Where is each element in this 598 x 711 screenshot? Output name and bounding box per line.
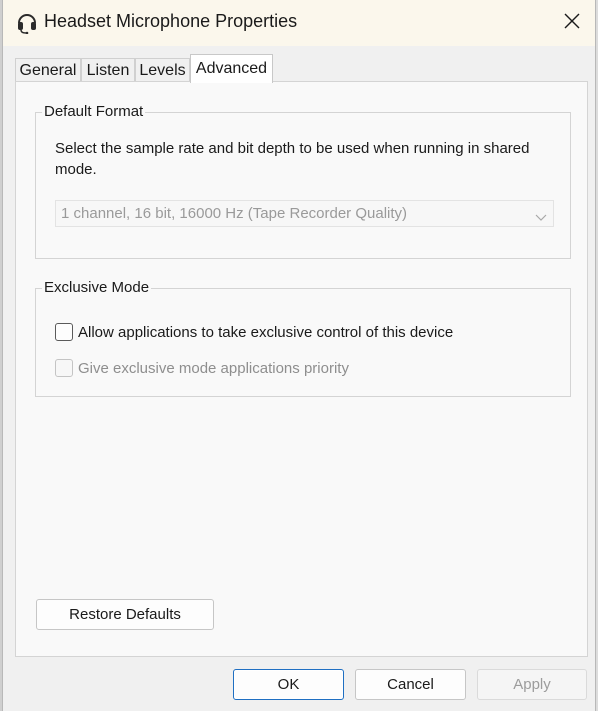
- chevron-down-icon: [535, 209, 547, 227]
- headset-icon: [16, 10, 38, 35]
- default-format-legend: Default Format: [42, 103, 146, 120]
- window-title: Headset Microphone Properties: [44, 11, 298, 31]
- allow-exclusive-row[interactable]: Allow applications to take exclusive con…: [55, 321, 453, 343]
- exclusive-priority-row: Give exclusive mode applications priorit…: [55, 357, 349, 379]
- tab-listen[interactable]: Listen: [81, 58, 135, 82]
- tab-advanced[interactable]: Advanced: [190, 54, 273, 83]
- close-button[interactable]: [549, 0, 595, 46]
- restore-defaults-button[interactable]: Restore Defaults: [36, 599, 214, 630]
- apply-button: Apply: [477, 669, 587, 700]
- exclusive-priority-label: Give exclusive mode applications priorit…: [78, 359, 349, 377]
- close-icon: [563, 12, 581, 35]
- exclusive-mode-legend: Exclusive Mode: [42, 279, 152, 296]
- advanced-tab-panel: Default Format Select the sample rate an…: [15, 81, 588, 657]
- exclusive-mode-group: Exclusive Mode Allow applications to tak…: [35, 279, 571, 397]
- sample-rate-value: 1 channel, 16 bit, 16000 Hz (Tape Record…: [61, 205, 408, 222]
- exclusive-priority-checkbox: [55, 359, 73, 377]
- ok-button[interactable]: OK: [233, 669, 344, 700]
- sample-rate-dropdown[interactable]: 1 channel, 16 bit, 16000 Hz (Tape Record…: [55, 200, 554, 227]
- tab-general[interactable]: General: [15, 58, 81, 82]
- allow-exclusive-checkbox[interactable]: [55, 323, 73, 341]
- default-format-group: Default Format Select the sample rate an…: [35, 103, 571, 259]
- properties-dialog: Headset Microphone Properties General Li…: [2, 0, 596, 711]
- cancel-button[interactable]: Cancel: [355, 669, 466, 700]
- title-bar[interactable]: Headset Microphone Properties: [3, 0, 595, 46]
- allow-exclusive-label[interactable]: Allow applications to take exclusive con…: [78, 324, 453, 341]
- tab-levels[interactable]: Levels: [135, 58, 190, 82]
- default-format-description: Select the sample rate and bit depth to …: [55, 140, 530, 178]
